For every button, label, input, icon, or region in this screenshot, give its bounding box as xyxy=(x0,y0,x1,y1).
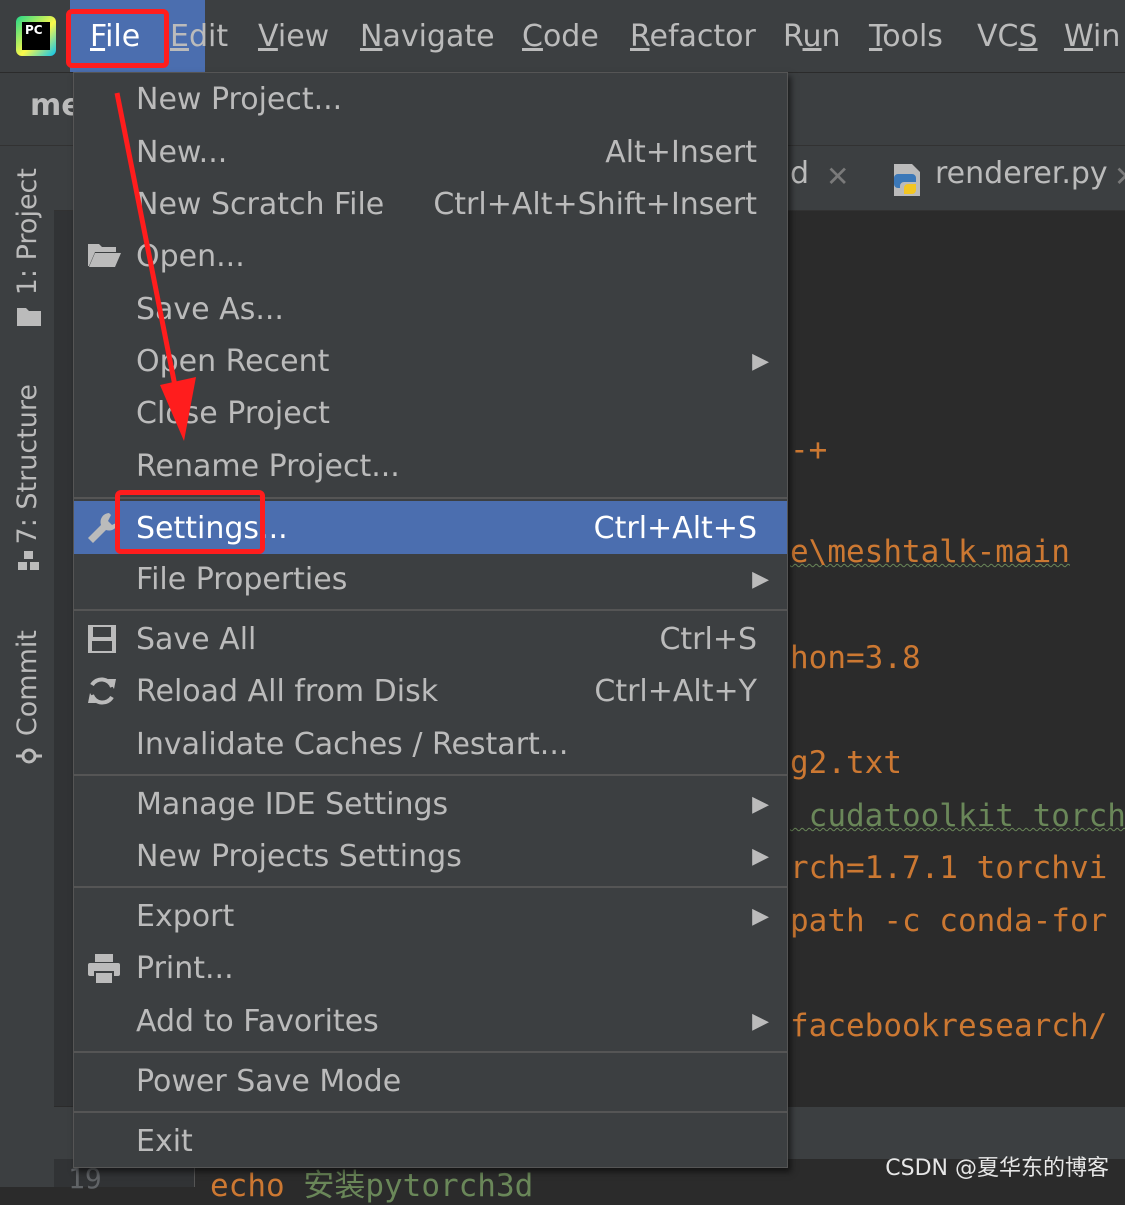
code-line: hon=3.8 xyxy=(790,640,921,676)
tool-tab-commit[interactable]: Commit xyxy=(12,630,43,736)
menu-separator xyxy=(74,886,787,888)
menu-item-label: Exit xyxy=(136,1124,193,1159)
submenu-arrow-icon: ▶ xyxy=(752,349,769,374)
structure-icon xyxy=(18,551,39,570)
menu-item-label: Save All xyxy=(136,622,257,657)
menu-refactor[interactable]: Refactor xyxy=(630,0,756,72)
shortcut-label: Ctrl+Alt+Y xyxy=(594,674,757,709)
logo-text: PC xyxy=(22,22,50,50)
menu-item-label: Print... xyxy=(136,951,234,986)
shortcut-label: Ctrl+Alt+S xyxy=(593,511,757,546)
menu-item-new-projects-settings[interactable]: New Projects Settings ▶ xyxy=(74,830,787,882)
menu-item-label: Invalidate Caches / Restart... xyxy=(136,727,569,762)
shortcut-label: Ctrl+S xyxy=(659,622,757,657)
menu-item-label: Add to Favorites xyxy=(136,1004,379,1039)
close-icon[interactable]: ✕ xyxy=(826,160,849,193)
printer-icon xyxy=(86,952,122,994)
annotation-box-settings xyxy=(115,490,265,554)
code-line: path -c conda-for xyxy=(790,903,1108,939)
code-comment: 安装pytorch3d xyxy=(303,1168,534,1204)
shortcut-label: Ctrl+Alt+Shift+Insert xyxy=(433,187,757,222)
menu-tools[interactable]: Tools xyxy=(869,0,943,72)
menu-item-exit[interactable]: Exit xyxy=(74,1115,787,1167)
menu-item-label: Reload All from Disk xyxy=(136,674,439,709)
pycharm-logo-icon: PC xyxy=(16,16,56,56)
menu-edit[interactable]: Edit xyxy=(170,0,228,72)
watermark: CSDN @夏华东的博客 xyxy=(885,1156,1109,1181)
menu-item-manage-ide-settings[interactable]: Manage IDE Settings ▶ xyxy=(74,778,787,830)
shortcut-label: Alt+Insert xyxy=(605,135,757,170)
menu-item-label: New Projects Settings xyxy=(136,839,462,874)
close-icon[interactable]: ✕ xyxy=(1114,160,1125,193)
menu-code[interactable]: Code xyxy=(522,0,599,72)
code-line: rch=1.7.1 torchvi xyxy=(790,850,1108,886)
code-line: g2.txt xyxy=(790,745,902,781)
python-file-icon xyxy=(894,164,920,196)
reload-icon xyxy=(86,675,118,715)
menu-item-export[interactable]: Export ▶ xyxy=(74,890,787,942)
submenu-arrow-icon: ▶ xyxy=(752,1009,769,1034)
menu-navigate[interactable]: Navigate xyxy=(360,0,495,72)
submenu-arrow-icon: ▶ xyxy=(752,567,769,592)
menu-item-file-properties[interactable]: File Properties ▶ xyxy=(74,553,787,605)
code-keyword: echo xyxy=(210,1168,304,1204)
menu-separator xyxy=(74,1051,787,1053)
menu-item-label: File Properties xyxy=(136,562,348,597)
tool-tab-structure[interactable]: 7: Structure xyxy=(12,384,43,544)
code-line: e\meshtalk-main xyxy=(790,534,1070,570)
editor-tab-renderer[interactable]: renderer.py xyxy=(935,156,1108,191)
tool-tab-project[interactable]: 1: Project xyxy=(12,168,43,295)
menu-vcs[interactable]: VCS xyxy=(977,0,1038,72)
menu-item-print[interactable]: Print... xyxy=(74,942,787,994)
save-icon xyxy=(86,623,118,663)
menu-item-label: Power Save Mode xyxy=(136,1064,402,1099)
editor-tab-partial[interactable]: d xyxy=(790,156,809,191)
menu-separator xyxy=(74,774,787,776)
menu-item-label: Export xyxy=(136,899,235,934)
code-line: facebookresearch/ xyxy=(790,1008,1108,1044)
folder-icon xyxy=(17,308,41,326)
menu-win[interactable]: Win xyxy=(1064,0,1120,72)
menu-item-invalidate-caches-restart[interactable]: Invalidate Caches / Restart... xyxy=(74,718,787,770)
menu-item-save-all[interactable]: Save All Ctrl+S xyxy=(74,613,787,665)
menu-item-label: Manage IDE Settings xyxy=(136,787,449,822)
menu-separator xyxy=(74,1111,787,1113)
menu-item-power-save-mode[interactable]: Power Save Mode xyxy=(74,1055,787,1107)
menu-separator xyxy=(74,609,787,611)
menu-run[interactable]: Run xyxy=(783,0,841,72)
commit-icon xyxy=(16,748,42,764)
code-line: -+ xyxy=(790,432,828,468)
left-tool-strip: 1: Project 7: Structure Commit xyxy=(0,146,55,1187)
annotation-box-file xyxy=(66,9,169,68)
annotation-arrow xyxy=(114,92,196,441)
menu-view[interactable]: View xyxy=(258,0,329,72)
submenu-arrow-icon: ▶ xyxy=(752,792,769,817)
code-line: cudatoolkit torch xyxy=(790,798,1125,834)
menu-item-add-to-favorites[interactable]: Add to Favorites ▶ xyxy=(74,995,787,1047)
submenu-arrow-icon: ▶ xyxy=(752,904,769,929)
menu-item-reload-all-from-disk[interactable]: Reload All from Disk Ctrl+Alt+Y xyxy=(74,665,787,717)
submenu-arrow-icon: ▶ xyxy=(752,844,769,869)
